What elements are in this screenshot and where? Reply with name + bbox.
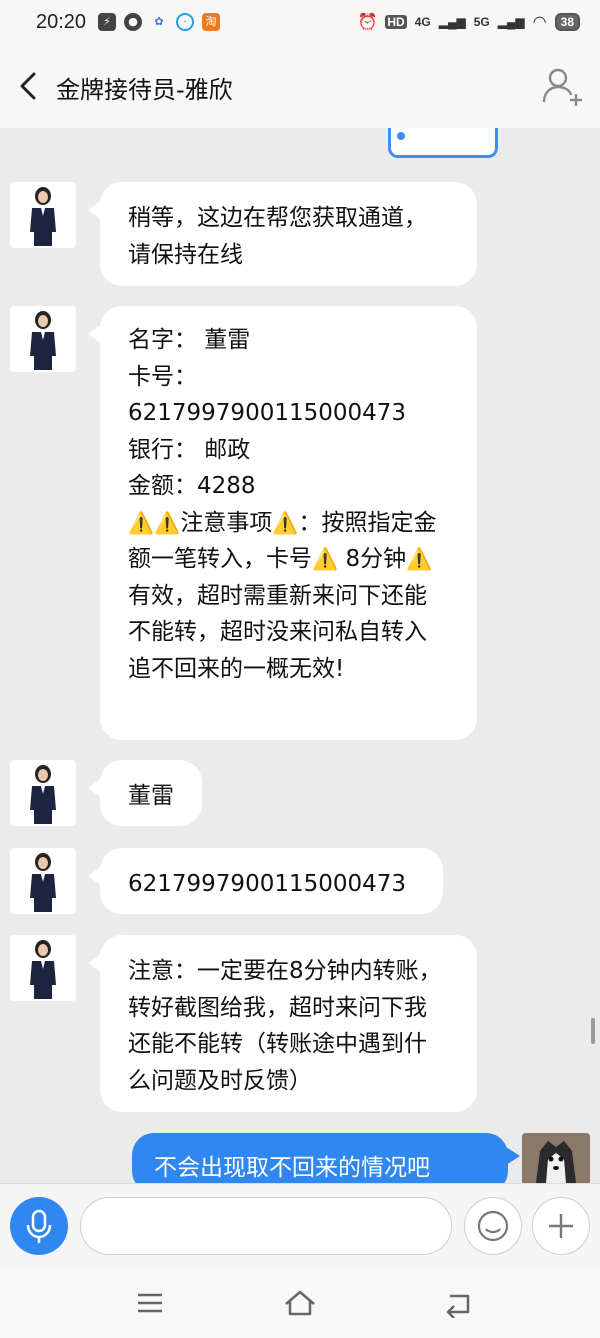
agent-avatar[interactable]	[10, 306, 76, 372]
wifi-icon: ◠	[532, 14, 547, 31]
warning-icon: ⚠️	[128, 510, 155, 535]
back-nav-icon[interactable]	[440, 1288, 476, 1318]
taobao-icon: 淘	[202, 13, 220, 31]
dog-avatar-icon	[522, 1133, 590, 1183]
notice-text: 有效，超时需重新来问下还能不能转，超时没来问私自转入追不回来的一概无效!	[128, 582, 427, 682]
status-time: 20:20	[36, 11, 87, 33]
previous-image-message[interactable]	[388, 128, 498, 158]
message-line: 卡号：	[128, 363, 197, 390]
signal-icon-1: ▂▄▆	[438, 15, 466, 29]
system-nav-bar	[0, 1268, 600, 1338]
message-bubble[interactable]: 董雷	[88, 760, 202, 826]
notification-icons: ⚡ ● ✿ · 淘	[98, 13, 220, 31]
battery-icon: 38	[554, 13, 580, 31]
signal-icon-2: ▂▄▆	[497, 15, 525, 29]
status-right: ⏰ HD 4G ▂▄▆ 5G ▂▄▆ ◠ 38	[357, 12, 580, 32]
browser-icon: ·	[176, 13, 194, 31]
add-contact-icon[interactable]	[540, 64, 584, 108]
message-text: 稍等，这边在帮您获取通道，请保持在线	[128, 205, 427, 268]
status-bar: 20:20 ⚡ ● ✿ · 淘 ⏰ HD 4G ▂▄▆ 5G ▂▄▆ ◠ 38	[0, 0, 600, 46]
message-text: 注意：一定要在8分钟内转账，转好截图给我，超时来问下我还能不能转（转账途中遇到什…	[128, 958, 442, 1094]
message-bubble[interactable]: 注意：一定要在8分钟内转账，转好截图给我，超时来问下我还能不能转（转账途中遇到什…	[88, 935, 477, 1112]
voice-button[interactable]	[10, 1197, 68, 1255]
agent-avatar[interactable]	[10, 760, 76, 826]
network-4g: 4G	[414, 15, 431, 29]
message-bubble[interactable]: 名字： 董雷 卡号： 6217997900115000473 银行： 邮政 金额…	[88, 306, 477, 740]
warning-icon: ⚠️	[154, 510, 181, 535]
message-bubble[interactable]: 稍等，这边在帮您获取通道，请保持在线	[88, 182, 477, 286]
agent-avatar[interactable]	[10, 182, 76, 248]
message-text: 董雷	[128, 783, 174, 809]
back-arrow-icon[interactable]	[14, 68, 46, 104]
person-avatar-icon	[10, 306, 76, 372]
network-5g: 5G	[473, 15, 490, 29]
message-text: 6217997900115000473	[128, 871, 407, 897]
chat-icon: ●	[124, 13, 142, 31]
more-button[interactable]	[532, 1197, 590, 1255]
warning-icon: ⚠️	[406, 547, 433, 571]
message-line: 银行： 邮政	[128, 436, 251, 463]
microphone-icon	[26, 1209, 52, 1243]
message-text: 不会出现取不回来的情况吧	[154, 1155, 430, 1181]
image-dot-icon	[397, 132, 405, 140]
message-line: 名字： 董雷	[128, 327, 251, 353]
message-bubble[interactable]: 6217997900115000473	[88, 848, 443, 914]
person-avatar-icon	[10, 182, 76, 248]
notice-paragraph: ⚠️⚠️注意事项⚠️：按照指定金额一笔转入，卡号⚠️ 8分钟⚠️有效，超时需重新…	[128, 505, 449, 688]
message-line: 金额：4288	[128, 473, 256, 499]
warning-icon: ⚠️	[312, 547, 339, 571]
my-avatar[interactable]	[522, 1133, 590, 1183]
hd-label: HD	[385, 15, 407, 29]
scroll-indicator[interactable]	[591, 1018, 595, 1044]
plus-icon	[549, 1214, 573, 1238]
message-input[interactable]	[80, 1197, 452, 1255]
chat-header: 金牌接待员-雅欣	[0, 46, 600, 128]
emoji-button[interactable]	[464, 1197, 522, 1255]
chat-title: 金牌接待员-雅欣	[56, 76, 233, 104]
menu-icon[interactable]	[132, 1288, 168, 1318]
home-icon[interactable]	[282, 1288, 318, 1318]
person-avatar-icon	[10, 760, 76, 826]
smiley-icon	[477, 1210, 509, 1242]
agent-avatar[interactable]	[10, 848, 76, 914]
warning-icon: ⚠️	[272, 510, 299, 535]
notice-prefix: 注意事项	[180, 509, 273, 536]
person-avatar-icon	[10, 935, 76, 1001]
alarm-icon: ⏰	[357, 14, 378, 31]
person-avatar-icon	[10, 848, 76, 914]
agent-avatar[interactable]	[10, 935, 76, 1001]
paw-icon: ✿	[154, 15, 164, 28]
message-line: 6217997900115000473	[128, 400, 407, 426]
flash-icon: ⚡	[98, 13, 116, 31]
notice-text: 8分钟	[345, 546, 407, 572]
input-bar	[0, 1183, 600, 1268]
